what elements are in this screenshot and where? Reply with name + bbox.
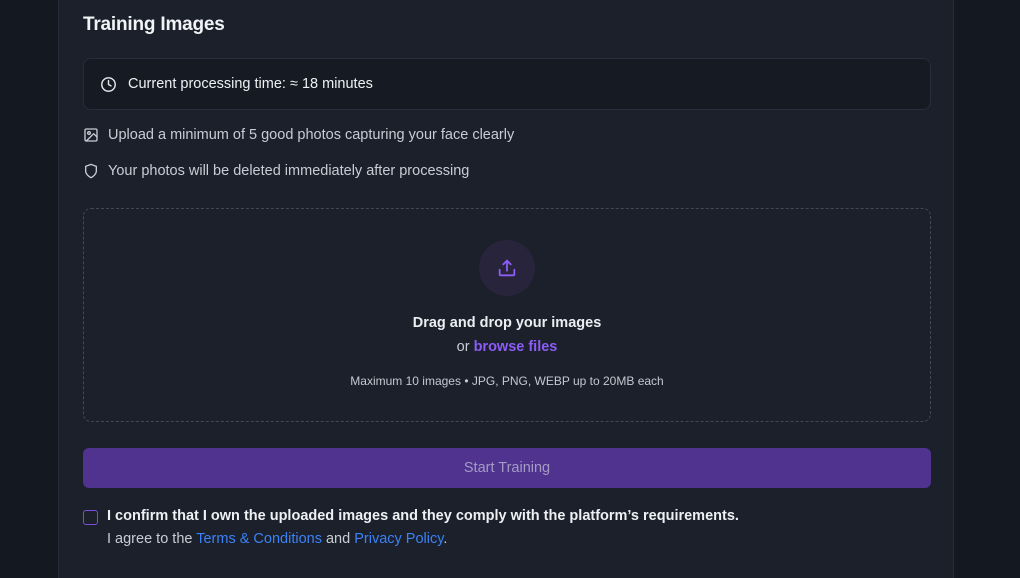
image-dropzone[interactable]: Drag and drop your images or browse file… [83, 208, 931, 422]
dropzone-limits: Maximum 10 images • JPG, PNG, WEBP up to… [350, 374, 664, 388]
consent-checkbox[interactable] [83, 510, 98, 525]
privacy-link[interactable]: Privacy Policy [354, 531, 443, 547]
info-min-photos-text: Upload a minimum of 5 good photos captur… [108, 127, 515, 143]
processing-time-text: Current processing time: ≈ 18 minutes [128, 76, 373, 92]
consent-agree-line: I agree to the Terms & Conditions and Pr… [107, 531, 447, 547]
browse-files-link[interactable]: browse files [474, 339, 558, 355]
info-min-photos: Upload a minimum of 5 good photos captur… [83, 127, 514, 143]
info-deletion: Your photos will be deleted immediately … [83, 163, 469, 179]
image-icon [83, 127, 99, 143]
shield-icon [83, 163, 99, 179]
start-training-button[interactable]: Start Training [83, 448, 931, 488]
section-title: Training Images [83, 14, 225, 35]
upload-icon [496, 257, 518, 279]
info-deletion-text: Your photos will be deleted immediately … [108, 163, 470, 179]
dropzone-or-text: or [456, 339, 470, 355]
upload-icon-circle [479, 240, 535, 296]
processing-time-box: Current processing time: ≈ 18 minutes [83, 58, 931, 110]
training-panel: Training Images Current processing time:… [58, 0, 954, 578]
consent-confirm-text: I confirm that I own the uploaded images… [107, 508, 739, 524]
terms-link[interactable]: Terms & Conditions [196, 531, 322, 547]
agree-suffix: . [443, 531, 448, 547]
dropzone-title: Drag and drop your images [412, 315, 602, 331]
agree-prefix: I agree to the [107, 531, 193, 547]
dropzone-or-line: or browse files [84, 339, 930, 355]
clock-icon [100, 76, 117, 93]
agree-and: and [325, 531, 351, 547]
